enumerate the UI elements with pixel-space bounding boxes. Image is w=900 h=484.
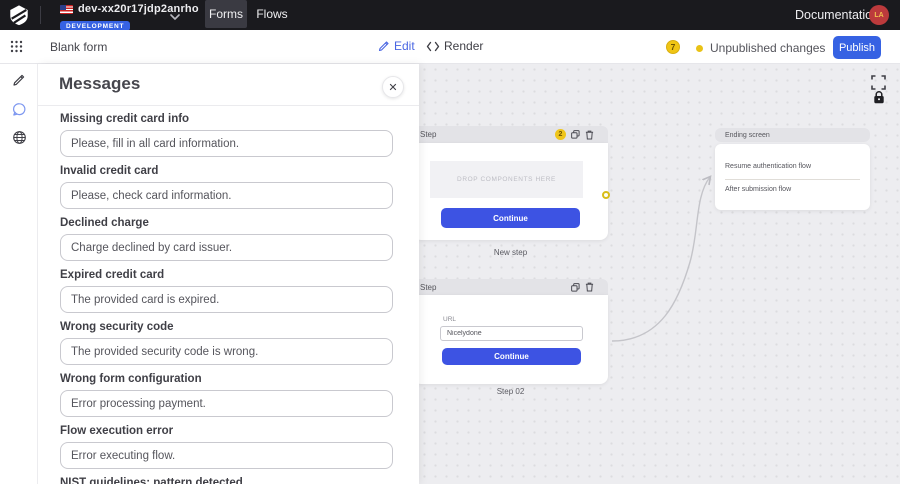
node-ending-screen[interactable]: Ending screen Resume authentication flow… bbox=[715, 128, 870, 274]
trash-icon[interactable] bbox=[585, 282, 594, 292]
field-input[interactable] bbox=[60, 182, 393, 209]
styles-pencil-icon[interactable] bbox=[9, 70, 29, 90]
field-label: Wrong form configuration bbox=[60, 373, 202, 385]
status-dot bbox=[696, 44, 703, 52]
field-invalid-credit-card: Invalid credit card bbox=[60, 165, 397, 209]
node-title: Step bbox=[420, 130, 437, 139]
chevron-down-icon[interactable] bbox=[170, 8, 180, 26]
unpublished-status: Unpublished changes bbox=[696, 41, 825, 55]
pencil-icon bbox=[378, 41, 389, 52]
field-label: Wrong security code bbox=[60, 321, 174, 333]
field-wrong-security-code: Wrong security code bbox=[60, 321, 397, 365]
status-text: Unpublished changes bbox=[710, 41, 826, 55]
header-divider bbox=[40, 6, 41, 24]
node-header[interactable]: Step 2 bbox=[419, 126, 608, 143]
node-title: Ending screen bbox=[725, 131, 770, 139]
project-name: dev-xx20r17jdp2anrho bbox=[78, 3, 199, 15]
ending-row-resume[interactable]: Resume authentication flow bbox=[725, 163, 811, 170]
url-label: URL bbox=[443, 316, 457, 323]
form-name: Blank form bbox=[50, 40, 108, 54]
close-icon[interactable]: ✕ bbox=[382, 76, 404, 98]
apps-grid-icon[interactable] bbox=[10, 40, 23, 58]
node-caption-new-step: New step bbox=[493, 248, 528, 257]
flow-canvas[interactable]: Step 2 DROP COMPONENTS HERE Continue New… bbox=[419, 64, 900, 484]
row-divider bbox=[725, 179, 860, 180]
tab-flows[interactable]: Flows bbox=[252, 0, 292, 28]
top-header: dev-xx20r17jdp2anrho DEVELOPMENT Forms F… bbox=[0, 0, 900, 31]
field-flow-execution-error: Flow execution error bbox=[60, 425, 397, 469]
continue-button[interactable]: Continue bbox=[441, 208, 580, 228]
field-label: Expired credit card bbox=[60, 269, 165, 281]
panel-divider bbox=[38, 105, 419, 106]
localization-globe-icon[interactable] bbox=[9, 127, 29, 147]
field-label: Declined charge bbox=[60, 217, 149, 229]
field-input[interactable] bbox=[60, 390, 393, 417]
field-input[interactable] bbox=[60, 130, 393, 157]
field-missing-credit-card: Missing credit card info bbox=[60, 113, 397, 157]
lock-icon[interactable] bbox=[872, 90, 885, 104]
message-fields-list: Missing credit card info Invalid credit … bbox=[60, 113, 397, 484]
avatar[interactable]: LA bbox=[869, 5, 889, 25]
changes-count-badge[interactable]: 7 bbox=[666, 40, 680, 54]
publish-button[interactable]: Publish bbox=[833, 36, 881, 59]
field-declined-charge: Declined charge bbox=[60, 217, 397, 261]
ending-row-after-submission[interactable]: After submission flow bbox=[725, 186, 791, 193]
render-label: Render bbox=[444, 39, 484, 53]
node-body bbox=[715, 144, 870, 210]
field-label: Missing credit card info bbox=[60, 113, 190, 125]
messages-chat-icon[interactable] bbox=[9, 99, 29, 119]
form-toolbar: Blank form Edit Render 7 Unpublished cha… bbox=[0, 30, 900, 64]
drop-zone-label: DROP COMPONENTS HERE bbox=[457, 176, 556, 183]
field-input[interactable] bbox=[60, 234, 393, 261]
node-new-step[interactable]: Step 2 DROP COMPONENTS HERE Continue bbox=[419, 126, 610, 304]
left-icon-rail bbox=[0, 64, 38, 484]
documentation-link[interactable]: Documentation bbox=[795, 8, 879, 22]
field-label: Invalid credit card bbox=[60, 165, 159, 177]
field-wrong-form-configuration: Wrong form configuration bbox=[60, 373, 397, 417]
mode-render-button[interactable]: Render bbox=[426, 39, 483, 53]
url-input[interactable] bbox=[440, 326, 583, 341]
node-step-02[interactable]: Step URL Continue bbox=[419, 279, 608, 384]
field-input[interactable] bbox=[60, 338, 393, 365]
field-input[interactable] bbox=[60, 286, 393, 313]
field-nist-guidelines: NIST guidelines: pattern detected bbox=[60, 477, 397, 484]
tab-forms[interactable]: Forms bbox=[205, 0, 247, 28]
node-header[interactable]: Step bbox=[419, 279, 608, 295]
warning-count-badge[interactable]: 2 bbox=[555, 129, 566, 140]
node-title: Step bbox=[420, 282, 437, 292]
node-header[interactable]: Ending screen bbox=[715, 128, 870, 142]
continue-button[interactable]: Continue bbox=[442, 348, 581, 365]
edit-label: Edit bbox=[394, 39, 415, 53]
node-caption-step-02: Step 02 bbox=[496, 387, 525, 396]
duplicate-icon[interactable] bbox=[571, 282, 580, 292]
connector-dot[interactable] bbox=[602, 191, 610, 199]
drop-zone[interactable]: DROP COMPONENTS HERE bbox=[430, 161, 583, 198]
messages-panel: Messages ✕ Missing credit card info Inva… bbox=[38, 64, 419, 484]
field-label: Flow execution error bbox=[60, 425, 174, 437]
field-label: NIST guidelines: pattern detected bbox=[60, 477, 243, 484]
mode-edit-button[interactable]: Edit bbox=[378, 39, 415, 53]
field-input[interactable] bbox=[60, 442, 393, 469]
descope-logo-icon[interactable] bbox=[8, 4, 30, 26]
duplicate-icon[interactable] bbox=[571, 130, 580, 139]
code-icon bbox=[426, 41, 440, 51]
fit-view-icon[interactable] bbox=[869, 73, 887, 91]
app-window: dev-xx20r17jdp2anrho DEVELOPMENT Forms F… bbox=[0, 0, 900, 484]
field-expired-credit-card: Expired credit card bbox=[60, 269, 397, 313]
us-flag-icon bbox=[60, 4, 73, 14]
panel-title: Messages bbox=[59, 74, 141, 93]
trash-icon[interactable] bbox=[585, 130, 594, 140]
